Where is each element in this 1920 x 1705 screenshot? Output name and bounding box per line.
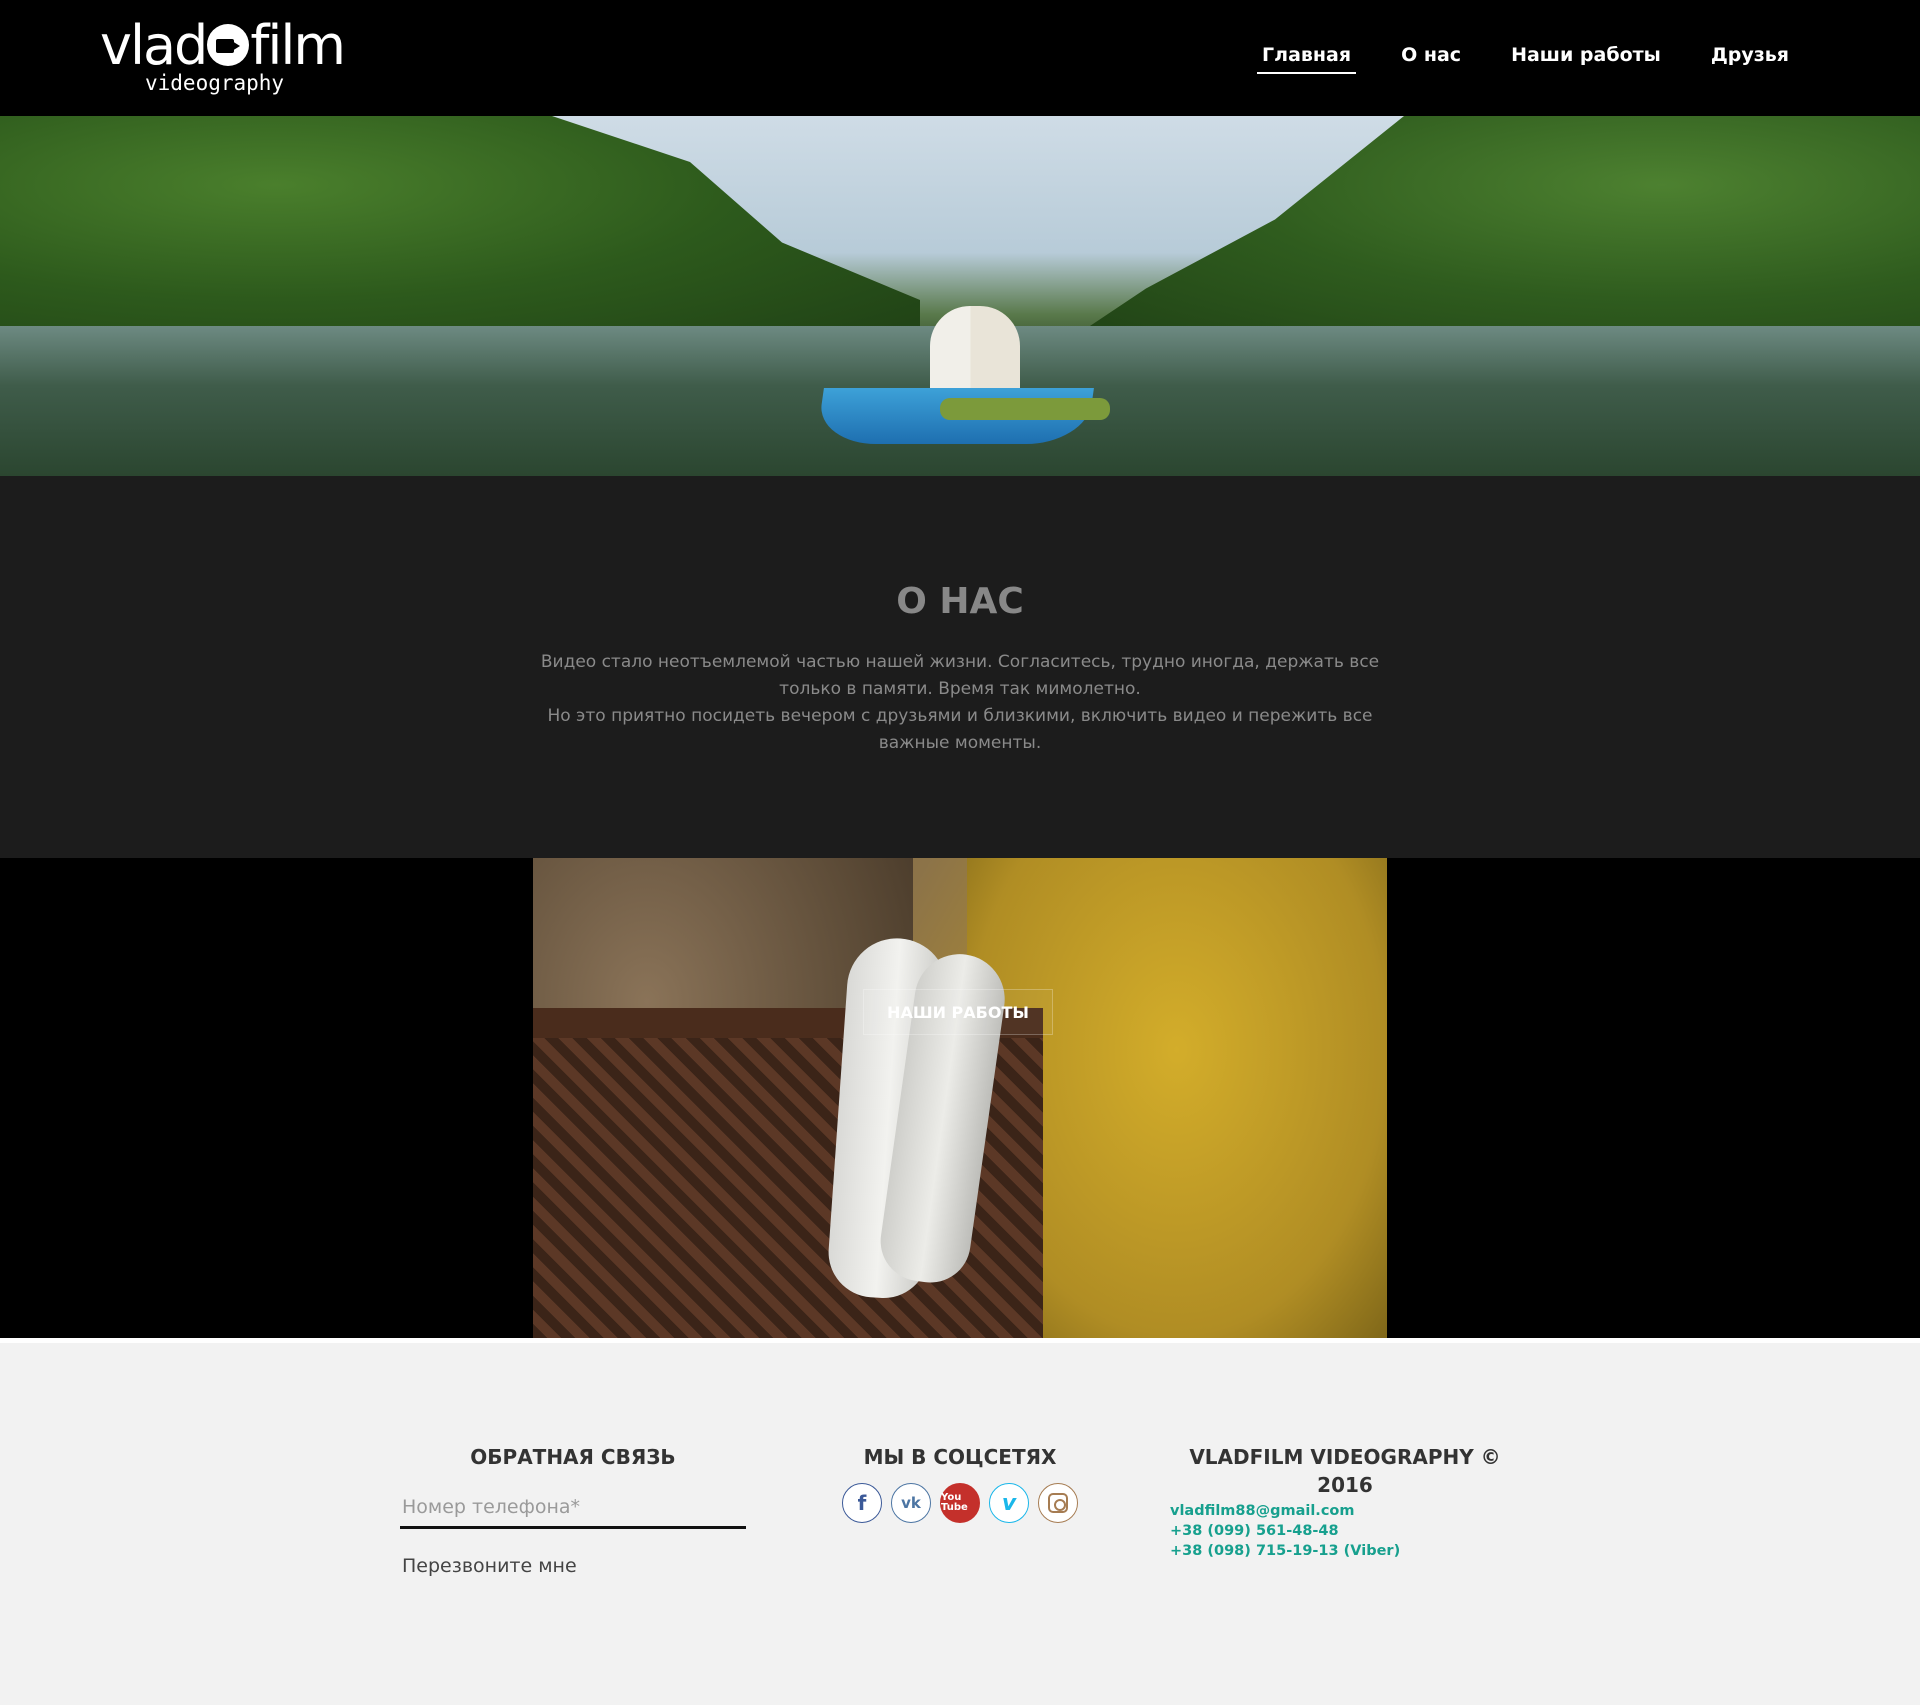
about-text-2: Но это приятно посидеть вечером с друзья… xyxy=(547,706,1373,753)
about-text: Видео стало неотъемлемой частью нашей жи… xyxy=(520,649,1400,757)
logo[interactable]: vlad film videography xyxy=(100,14,350,100)
nav-item-about[interactable]: О нас xyxy=(1396,44,1466,74)
hero-image xyxy=(0,116,1920,476)
our-works-button[interactable]: Наши работы xyxy=(863,989,1053,1035)
logo-text-left: vlad xyxy=(100,14,208,77)
site-footer: Обратная связь Перезвоните мне Мы в соцс… xyxy=(0,1343,1920,1705)
logo-wordmark: vlad film xyxy=(100,14,346,78)
instagram-icon[interactable] xyxy=(1038,1483,1078,1523)
instagram-glyph xyxy=(1048,1493,1068,1513)
feedback-form: Обратная связь Перезвоните мне xyxy=(400,1443,746,1577)
social-links: Мы в соцсетях f vk You Tube v xyxy=(830,1443,1090,1523)
contact-email[interactable]: vladfilm88@gmail.com xyxy=(1170,1501,1520,1521)
logo-text-right: film xyxy=(250,14,346,77)
hero-trees-right xyxy=(1060,116,1920,346)
vimeo-icon[interactable]: v xyxy=(989,1483,1029,1523)
site-header: vlad film videography Главная О нас Наши … xyxy=(0,0,1920,116)
works-photo xyxy=(533,858,1387,1338)
camera-icon xyxy=(207,24,250,67)
facebook-icon[interactable]: f xyxy=(842,1483,882,1523)
contacts-block: VLADFILM VIDEOGRAPHY © 2016 vladfilm88@g… xyxy=(1170,1443,1520,1561)
contact-lines: vladfilm88@gmail.com +38 (099) 561-48-48… xyxy=(1170,1501,1520,1561)
callback-button[interactable]: Перезвоните мне xyxy=(400,1555,579,1577)
logo-tagline: videography xyxy=(145,71,285,95)
works-section: Наши работы xyxy=(0,858,1920,1338)
contact-phone-viber[interactable]: +38 (098) 715-19-13 (Viber) xyxy=(1170,1541,1520,1561)
hero-flowers xyxy=(940,398,1110,420)
main-nav: Главная О нас Наши работы Друзья xyxy=(1257,44,1794,74)
feedback-title: Обратная связь xyxy=(470,1445,676,1469)
hero-trees-left xyxy=(0,116,920,346)
copyright-title: VLADFILM VIDEOGRAPHY © 2016 xyxy=(1189,1445,1501,1497)
social-icons: f vk You Tube v xyxy=(830,1483,1090,1523)
nav-item-friends[interactable]: Друзья xyxy=(1706,44,1794,74)
about-title: О НАС xyxy=(896,581,1024,622)
about-text-1: Видео стало неотъемлемой частью нашей жи… xyxy=(540,652,1380,699)
nav-item-works[interactable]: Наши работы xyxy=(1506,44,1666,74)
nav-item-home[interactable]: Главная xyxy=(1257,44,1357,74)
about-section: О НАС Видео стало неотъемлемой частью на… xyxy=(0,476,1920,858)
contact-phone[interactable]: +38 (099) 561-48-48 xyxy=(1170,1521,1520,1541)
phone-input[interactable] xyxy=(400,1487,746,1529)
vk-icon[interactable]: vk xyxy=(891,1483,931,1523)
youtube-icon[interactable]: You Tube xyxy=(940,1483,980,1523)
hero-couple xyxy=(930,306,1020,401)
social-title: Мы в соцсетях xyxy=(863,1445,1057,1469)
